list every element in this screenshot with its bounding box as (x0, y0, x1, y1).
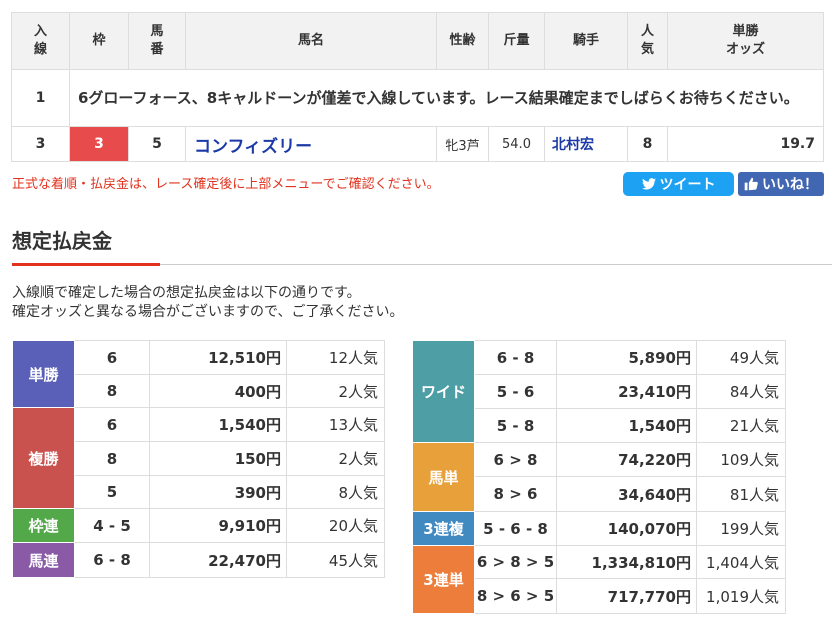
payout-popularity: 2人気 (286, 441, 385, 476)
payout-popularity: 49人気 (696, 340, 786, 375)
bet-type-label: 馬単 (412, 442, 475, 512)
payout-popularity: 109人気 (696, 442, 786, 477)
payout-popularity: 1,019人気 (696, 578, 786, 614)
col-header-popularity: 人 気 (627, 12, 668, 70)
col-header-sex-age: 性齢 (436, 12, 489, 70)
combination: 4 - 5 (74, 508, 150, 543)
notice-rank: 1 (11, 69, 70, 127)
payout-amount: 140,070円 (556, 511, 697, 546)
intro-line-1: 入線順で確定した場合の想定払戻金は以下の通りです。 (12, 285, 361, 301)
payout-popularity: 13人気 (286, 407, 385, 442)
payout-amount: 23,410円 (556, 374, 697, 409)
tweet-button[interactable]: ツイート (623, 172, 734, 196)
combination: 6 (74, 340, 150, 375)
payout-table-left: 単勝 6 12,510円 12人気 8 400円 2人気 複勝 6 1,540円 13人気 8 150円… (12, 340, 385, 578)
payout-row: 馬連 6 - 8 22,470円 45人気 (12, 542, 385, 578)
like-button[interactable]: いいね！ (738, 172, 824, 196)
combination: 6 (74, 407, 150, 442)
payout-amount: 12,510円 (149, 340, 287, 375)
section-title: 想定払戻金 (12, 229, 112, 253)
notice-row: 1 6グローフォース、8キャルドーンが僅差で入線しています。レース結果確定までし… (11, 69, 824, 127)
bet-type-label: 3連単 (412, 545, 475, 614)
sex-age: 牝3芦 (436, 126, 489, 162)
payout-amount: 150円 (149, 441, 287, 476)
payout-row: ワイド 6 - 8 5,890円 49人気 (412, 340, 786, 443)
payout-amount: 74,220円 (556, 442, 697, 477)
payout-popularity: 1,404人気 (696, 545, 786, 579)
combination: 6 - 8 (74, 542, 150, 578)
payout-popularity: 21人気 (696, 408, 786, 443)
payout-amount: 390円 (149, 475, 287, 509)
payout-amount: 400円 (149, 374, 287, 408)
combination: 5 - 8 (474, 408, 557, 443)
payout-row: 枠連 4 - 5 9,910円 20人気 (12, 508, 385, 543)
payout-row: 馬単 6 > 8 74,220円 109人気 (412, 442, 786, 512)
combination: 5 (74, 475, 150, 509)
waku-badge: 3 (69, 126, 129, 162)
payout-row: 3連複 5 - 6 - 8 140,070円 199人気 (412, 511, 786, 546)
col-header-odds: 単勝 オッズ (667, 12, 824, 70)
kinryo: 54.0 (488, 126, 545, 162)
section-intro: 入線順で確定した場合の想定払戻金は以下の通りです。 確定オッズと異なる場合がござ… (12, 284, 403, 322)
section-divider-accent (12, 263, 160, 266)
col-header-rank: 入 線 (11, 12, 70, 70)
like-label: いいね！ (762, 177, 818, 193)
intro-line-2: 確定オッズと異なる場合がございますので、ご了承ください。 (12, 304, 404, 320)
col-header-jockey: 騎手 (544, 12, 628, 70)
result-table: 入 線 枠 馬 番 馬名 性齢 斤量 騎手 人 気 単勝 オッズ 1 6グローフ… (11, 12, 824, 162)
combination: 5 - 6 (474, 374, 557, 409)
col-header-umaban: 馬 番 (128, 12, 186, 70)
payout-amount: 1,540円 (149, 407, 287, 442)
thumbs-up-icon (744, 177, 758, 191)
payout-popularity: 84人気 (696, 374, 786, 409)
payout-amount: 34,640円 (556, 476, 697, 512)
payout-table-right: ワイド 6 - 8 5,890円 49人気 5 - 6 23,410円 84人気 5 - 81… (412, 340, 786, 614)
col-header-horse: 馬名 (185, 12, 437, 70)
payout-popularity: 81人気 (696, 476, 786, 512)
payout-popularity: 12人気 (286, 340, 385, 375)
payout-amount: 5,890円 (556, 340, 697, 375)
col-header-kinryo: 斤量 (488, 12, 545, 70)
payout-amount: 1,540円 (556, 408, 697, 443)
bet-type-label: 単勝 (12, 340, 75, 408)
result-header-row: 入 線 枠 馬 番 馬名 性齢 斤量 騎手 人 気 単勝 オッズ (11, 12, 824, 70)
payout-popularity: 199人気 (696, 511, 786, 546)
bet-type-label: 馬連 (12, 542, 75, 578)
result-rank: 3 (11, 126, 70, 162)
horse-name-link[interactable]: コンフィズリー (185, 126, 437, 162)
bet-type-label: 枠連 (12, 508, 75, 543)
payout-row: 単勝 6 12,510円 12人気 (12, 340, 385, 408)
combination: 8 > 6 (474, 476, 557, 512)
col-header-waku: 枠 (69, 12, 129, 70)
bet-type-label: 3連複 (412, 511, 475, 546)
bet-type-label: 複勝 (12, 407, 75, 509)
twitter-bird-icon (641, 178, 656, 190)
combination: 8 > 6 > 5 (474, 578, 557, 614)
win-odds: 19.7 (667, 126, 824, 162)
payout-popularity: 45人気 (286, 542, 385, 578)
popularity: 8 (627, 126, 668, 162)
combination: 5 - 6 - 8 (474, 511, 557, 546)
bet-type-label: ワイド (412, 340, 475, 443)
result-row: 3 3 5 コンフィズリー 牝3芦 54.0 北村宏 8 19.7 (11, 126, 824, 162)
combination: 6 > 8 > 5 (474, 545, 557, 579)
payout-popularity: 2人気 (286, 374, 385, 408)
tweet-label: ツイート (659, 177, 716, 193)
umaban: 5 (128, 126, 186, 162)
combination: 6 > 8 (474, 442, 557, 477)
combination: 6 - 8 (474, 340, 557, 375)
confirm-warning: 正式な着順・払戻金は、レース確定後に上部メニューでご確認ください。 (12, 177, 440, 192)
notice-message: 6グローフォース、8キャルドーンが僅差で入線しています。レース結果確定までしばら… (69, 69, 824, 127)
payout-row: 3連単 6 > 8 > 5 1,334,810円 1,404人気 (412, 545, 786, 614)
payout-amount: 717,770円 (556, 578, 697, 614)
payout-amount: 1,334,810円 (556, 545, 697, 579)
payout-popularity: 8人気 (286, 475, 385, 509)
combination: 8 (74, 374, 150, 408)
combination: 8 (74, 441, 150, 476)
payout-amount: 22,470円 (149, 542, 287, 578)
payout-amount: 9,910円 (149, 508, 287, 543)
payout-row: 複勝 6 1,540円 13人気 (12, 407, 385, 509)
payout-popularity: 20人気 (286, 508, 385, 543)
jockey-link[interactable]: 北村宏 (544, 126, 628, 162)
